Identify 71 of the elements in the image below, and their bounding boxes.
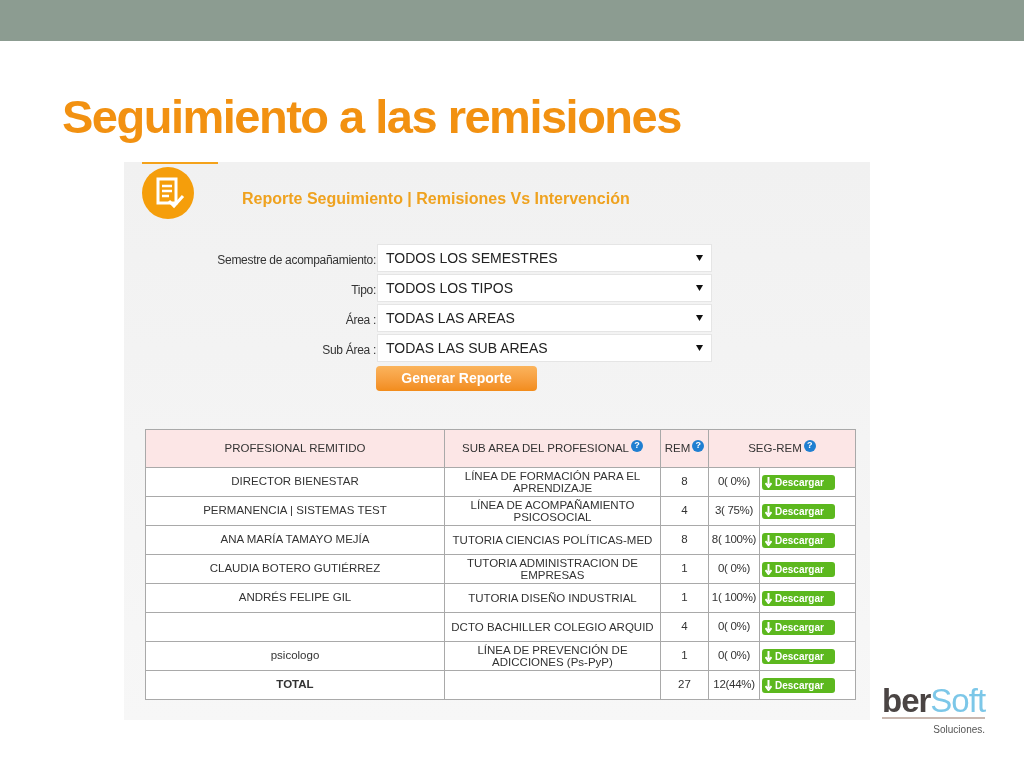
table-cell: 0( 0%) — [708, 641, 760, 671]
company-logo: berSoft — [882, 685, 986, 719]
dropdown[interactable]: TODAS LAS AREAS — [377, 304, 712, 332]
down-arrow-icon — [765, 650, 772, 662]
table-cell: ANDRÉS FELIPE GIL — [145, 583, 445, 613]
table-cell: LÍNEA DE ACOMPAÑAMIENTO PSICOSOCIAL — [444, 496, 661, 526]
column-header: SEG-REM ? — [708, 429, 856, 468]
down-arrow-icon — [765, 621, 772, 633]
down-arrow-icon — [765, 534, 772, 546]
table-cell: 1( 100%) — [708, 583, 760, 613]
table-cell: 27 — [660, 670, 709, 700]
table-cell: 1 — [660, 641, 709, 671]
report-check-icon — [142, 167, 194, 219]
table-cell: ANA MARÍA TAMAYO MEJÍA — [145, 525, 445, 555]
table-cell: 12(44%) — [708, 670, 760, 700]
table-cell: 8( 100%) — [708, 525, 760, 555]
download-button[interactable]: Descargar — [762, 561, 835, 577]
table-cell: 0( 0%) — [708, 612, 760, 642]
slide-title: Seguimiento a las remisiones — [62, 89, 681, 145]
table-cell: psicologo — [145, 641, 445, 671]
table-cell: 1 — [660, 554, 709, 584]
download-button[interactable]: Descargar — [762, 619, 835, 635]
table-cell: 4 — [660, 496, 709, 526]
down-arrow-icon — [765, 505, 772, 517]
download-button[interactable]: Descargar — [762, 590, 835, 606]
help-icon[interactable]: ? — [631, 439, 643, 452]
column-header: SUB AREA DEL PROFESIONAL ? — [444, 429, 661, 468]
table-cell: 8 — [660, 467, 709, 497]
logo-tagline: Soluciones. — [933, 723, 986, 737]
dropdown-arrow-icon — [696, 255, 703, 261]
filter-label: Tipo: — [350, 282, 376, 299]
filter-label: Área : — [344, 311, 376, 329]
dropdown[interactable]: TODOS LOS SEMESTRES — [377, 244, 712, 272]
download-button[interactable]: Descargar — [762, 532, 835, 548]
table-cell: 0( 0%) — [708, 467, 760, 497]
table-cell: 0( 0%) — [708, 554, 760, 584]
panel-title: Reporte Seguimiento | Remisiones Vs Intervención — [242, 189, 630, 209]
total-label: TOTAL — [145, 670, 445, 700]
help-icon[interactable]: ? — [803, 439, 816, 452]
table-cell: DIRECTOR BIENESTAR — [145, 467, 445, 497]
table-cell: TUTORIA ADMINISTRACION DE EMPRESAS — [444, 554, 661, 584]
filter-label: Sub Área : — [321, 341, 376, 359]
column-header: PROFESIONAL REMITIDO — [145, 429, 445, 468]
table-cell: PERMANENCIA | SISTEMAS TEST — [145, 496, 445, 526]
dropdown-arrow-icon — [696, 315, 703, 321]
dropdown-arrow-icon — [696, 345, 703, 351]
table-cell: DCTO BACHILLER COLEGIO ARQUID — [444, 612, 661, 642]
dropdown[interactable]: TODOS LOS TIPOS — [377, 274, 712, 302]
down-arrow-icon — [765, 563, 772, 575]
filter-label: Semestre de acompañamiento: — [216, 252, 376, 269]
download-button[interactable]: Descargar — [762, 648, 835, 664]
table-cell: LÍNEA DE PREVENCIÓN DE ADICCIONES (Ps-PyP) — [444, 641, 661, 671]
table-cell: CLAUDIA BOTERO GUTIÉRREZ — [145, 554, 445, 584]
table-cell: 8 — [660, 525, 709, 555]
table-cell: TUTORIA CIENCIAS POLÍTICAS-MED — [444, 525, 661, 555]
help-icon[interactable]: ? — [692, 439, 705, 452]
column-header: REM ? — [660, 429, 709, 468]
generate-report-button[interactable]: Generar Reporte — [376, 366, 537, 391]
download-button[interactable]: Descargar — [762, 474, 835, 490]
download-button[interactable]: Descargar — [762, 677, 835, 693]
down-arrow-icon — [765, 679, 772, 691]
dropdown[interactable]: TODAS LAS SUB AREAS — [377, 334, 712, 362]
table-cell: 4 — [660, 612, 709, 642]
table-cell: TUTORIA DISEÑO INDUSTRIAL — [444, 583, 661, 613]
download-button[interactable]: Descargar — [762, 503, 835, 519]
table-cell: 3( 75%) — [708, 496, 760, 526]
down-arrow-icon — [765, 476, 772, 488]
table-cell: LÍNEA DE FORMACIÓN PARA EL APRENDIZAJE — [444, 467, 661, 497]
dropdown-arrow-icon — [696, 285, 703, 291]
down-arrow-icon — [765, 592, 772, 604]
table-cell: 1 — [660, 583, 709, 613]
